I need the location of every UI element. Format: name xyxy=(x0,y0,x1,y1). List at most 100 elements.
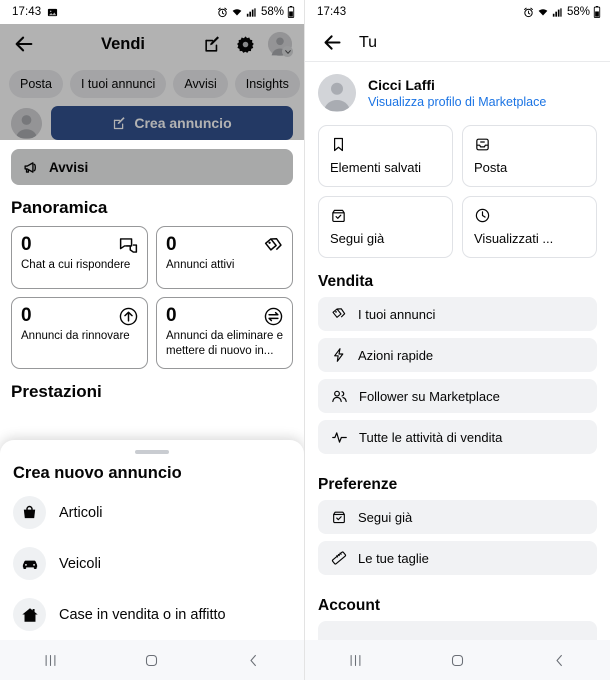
menu-item-tutte-attivita-vendita[interactable]: Tutte le attività di vendita xyxy=(318,420,597,454)
inbox-icon xyxy=(474,136,585,153)
clock-icon xyxy=(474,207,585,224)
left-screen-dimmed-content: 17:43 58% Vendi Posta I tuoi annunci Avv… xyxy=(0,0,304,410)
section-title-preferenze: Preferenze xyxy=(318,476,398,493)
sheet-item-articoli[interactable]: Articoli xyxy=(0,487,304,538)
alerts-row[interactable]: Avvisi xyxy=(11,149,293,185)
box-check-icon xyxy=(330,207,441,224)
create-ad-bottom-sheet: Crea nuovo annuncio Articoli Veicoli Cas… xyxy=(0,440,304,640)
create-ad-button-label: Crea annuncio xyxy=(134,115,232,131)
chip-i-tuoi-annunci[interactable]: I tuoi annunci xyxy=(69,70,167,98)
wifi-icon xyxy=(537,7,549,18)
tile-label: Visualizzati ... xyxy=(474,231,554,246)
battery-icon xyxy=(593,6,601,18)
stat-label: Annunci attivi xyxy=(166,258,235,271)
cellular-signal-icon xyxy=(552,7,562,18)
car-icon xyxy=(13,547,46,580)
sheet-drag-handle[interactable] xyxy=(135,450,169,454)
menu-item-azioni-rapide[interactable]: Azioni rapide xyxy=(318,338,597,372)
tile-posta[interactable]: Posta xyxy=(462,125,597,187)
status-bar-system-icons: 58% xyxy=(523,6,601,18)
android-nav-bar xyxy=(0,640,304,680)
tile-elementi-salvati[interactable]: Elementi salvati xyxy=(318,125,453,187)
tile-segui-gia[interactable]: Segui già xyxy=(318,196,453,258)
home-icon[interactable] xyxy=(433,640,481,680)
menu-item-label: Tutte le attività di vendita xyxy=(359,429,503,445)
menu-item-segui-gia[interactable]: Segui già xyxy=(318,500,597,534)
alerts-row-label: Avvisi xyxy=(49,159,89,175)
sheet-item-veicoli[interactable]: Veicoli xyxy=(0,538,304,589)
tile-visualizzati[interactable]: Visualizzati ... xyxy=(462,196,597,258)
gear-icon[interactable] xyxy=(235,34,256,55)
tile-label: Elementi salvati xyxy=(330,160,422,175)
chat-bubbles-icon xyxy=(118,235,139,256)
back-arrow-icon[interactable] xyxy=(10,30,38,58)
menu-item-label: Le tue taglie xyxy=(358,550,429,566)
alarm-icon xyxy=(523,7,534,18)
recents-icon[interactable] xyxy=(332,640,380,680)
bag-icon xyxy=(13,496,46,529)
image-icon xyxy=(47,7,58,18)
profile-text: Cicci Laffi Visualizza profilo di Market… xyxy=(368,77,546,109)
left-screen-vendi: 17:43 58% Vendi Posta I tuoi annunci Avv… xyxy=(0,0,305,680)
profile-name: Cicci Laffi xyxy=(368,77,435,93)
stat-label: Chat a cui rispondere xyxy=(21,258,131,271)
recents-icon[interactable] xyxy=(27,640,75,680)
sheet-item-case[interactable]: Case in vendita o in affitto xyxy=(0,589,304,640)
profile-row[interactable]: Cicci Laffi Visualizza profilo di Market… xyxy=(305,62,610,122)
status-bar-time: 17:43 xyxy=(12,6,42,18)
menu-item-label: I tuoi annunci xyxy=(358,306,436,322)
lightning-icon xyxy=(331,347,347,363)
menu-item-follower-marketplace[interactable]: Follower su Marketplace xyxy=(318,379,597,413)
quick-tiles-grid: Elementi salvati Posta Segui già Visuali… xyxy=(305,122,610,258)
create-ad-button[interactable]: Crea annuncio xyxy=(51,106,293,140)
stat-card-active-ads[interactable]: 0 Annunci attivi xyxy=(156,226,293,289)
chip-posta[interactable]: Posta xyxy=(9,70,63,98)
overview-cards-grid: 0 Chat a cui rispondere 0 Annunci attivi… xyxy=(0,226,304,369)
ruler-icon xyxy=(331,550,347,566)
battery-percent-label: 58% xyxy=(260,6,284,18)
tu-header: Tu xyxy=(305,24,610,62)
avatar[interactable] xyxy=(268,32,293,57)
performance-title: Prestazioni xyxy=(11,382,102,401)
sheet-item-label: Veicoli xyxy=(59,555,101,572)
compose-icon xyxy=(114,116,125,129)
menu-item-le-tue-taglie[interactable]: Le tue taglie xyxy=(318,541,597,575)
status-bar: 17:43 58% xyxy=(0,0,304,24)
house-icon xyxy=(13,598,46,631)
stat-label: Annunci da eliminare e mettere di nuovo … xyxy=(166,329,283,357)
sheet-item-label: Articoli xyxy=(59,504,103,521)
chip-avvisi[interactable]: Avvisi xyxy=(173,70,228,98)
stat-card-renew[interactable]: 0 Annunci da rinnovare xyxy=(11,297,148,369)
section-title-vendita: Vendita xyxy=(318,273,374,290)
battery-percent-label: 58% xyxy=(566,6,590,18)
back-arrow-icon[interactable] xyxy=(318,29,346,57)
menu-item-label: Segui già xyxy=(358,509,413,525)
right-screen-tu: 17:43 58% Tu Cicci Laffi Visualizza prof… xyxy=(305,0,610,680)
tile-label: Posta xyxy=(474,160,508,175)
chip-insights[interactable]: Insights xyxy=(234,70,300,98)
compose-icon[interactable] xyxy=(202,34,223,55)
menu-item-i-tuoi-annunci[interactable]: I tuoi annunci xyxy=(318,297,597,331)
nav-back-icon[interactable] xyxy=(229,640,277,680)
view-marketplace-profile-link[interactable]: Visualizza profilo di Marketplace xyxy=(368,95,546,109)
dual-screenshot: 17:43 58% Vendi Posta I tuoi annunci Avv… xyxy=(0,0,610,680)
home-icon[interactable] xyxy=(128,640,176,680)
nav-back-icon[interactable] xyxy=(535,640,583,680)
user-avatar-small[interactable] xyxy=(11,107,42,139)
avatar[interactable] xyxy=(318,74,356,112)
megaphone-icon xyxy=(24,161,36,173)
stat-card-relist[interactable]: 0 Annunci da eliminare e mettere di nuov… xyxy=(156,297,293,369)
overview-title: Panoramica xyxy=(11,198,108,217)
status-bar-time: 17:43 xyxy=(317,6,347,18)
header-actions xyxy=(202,32,294,57)
status-bar-notification-icons xyxy=(47,7,58,18)
menu-item-label: Azioni rapide xyxy=(358,347,434,363)
stat-card-chat[interactable]: 0 Chat a cui rispondere xyxy=(11,226,148,289)
bottom-sheet-title: Crea nuovo annuncio xyxy=(13,464,182,482)
activity-pulse-icon xyxy=(331,429,348,446)
menu-item-label: Follower su Marketplace xyxy=(359,388,500,404)
arrow-up-circle-icon xyxy=(118,306,139,327)
vendi-app-header: Vendi xyxy=(0,24,304,64)
cellular-signal-icon xyxy=(246,7,256,18)
box-check-icon xyxy=(331,509,347,525)
